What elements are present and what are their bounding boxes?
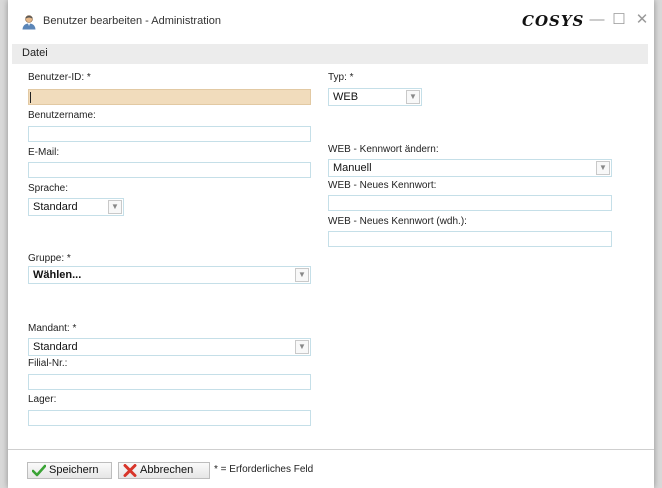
cross-icon bbox=[123, 464, 137, 477]
close-button[interactable]: ✕ bbox=[632, 10, 652, 30]
web-neues-kennwort-input[interactable] bbox=[328, 195, 612, 211]
mandant-select[interactable]: Standard ▼ bbox=[28, 338, 311, 356]
minimize-button[interactable]: — bbox=[587, 10, 607, 30]
mandant-value: Standard bbox=[33, 341, 78, 353]
footer-bar: Speichern Abbrechen * = Erforderliches F… bbox=[8, 450, 654, 488]
gruppe-select[interactable]: Wählen... ▼ bbox=[28, 266, 311, 284]
chevron-down-icon[interactable]: ▼ bbox=[406, 90, 420, 104]
sprache-label: Sprache: bbox=[28, 183, 69, 194]
check-icon bbox=[32, 464, 46, 477]
maximize-button[interactable]: ☐ bbox=[609, 10, 629, 30]
gruppe-value: Wählen... bbox=[33, 269, 82, 281]
filial-nr-input[interactable] bbox=[28, 374, 311, 390]
menu-bar: Datei bbox=[12, 44, 648, 64]
required-field-note: * = Erforderliches Feld bbox=[214, 464, 314, 475]
filial-nr-label: Filial-Nr.: bbox=[28, 358, 68, 369]
web-neues-kennwort-wdh-input[interactable] bbox=[328, 231, 612, 247]
typ-value: WEB bbox=[333, 91, 359, 103]
email-input[interactable] bbox=[28, 162, 311, 178]
text-caret bbox=[30, 92, 31, 103]
save-label: Speichern bbox=[49, 464, 99, 476]
benutzername-input[interactable] bbox=[28, 126, 311, 142]
title-bar: Benutzer bearbeiten - Administration COS… bbox=[8, 0, 654, 44]
edit-user-window: Benutzer bearbeiten - Administration COS… bbox=[8, 0, 654, 488]
web-neues-kennwort-label: WEB - Neues Kennwort: bbox=[328, 180, 437, 191]
web-neues-kennwort-wdh-label: WEB - Neues Kennwort (wdh.): bbox=[328, 216, 467, 227]
typ-label: Typ: * bbox=[328, 72, 354, 83]
cancel-button[interactable]: Abbrechen bbox=[118, 462, 210, 479]
web-kennwort-aendern-value: Manuell bbox=[333, 162, 372, 174]
gruppe-label: Gruppe: * bbox=[28, 253, 71, 264]
cancel-label: Abbrechen bbox=[140, 464, 194, 476]
save-button[interactable]: Speichern bbox=[27, 462, 112, 479]
email-label: E-Mail: bbox=[28, 147, 60, 158]
benutzer-id-label: Benutzer-ID: * bbox=[28, 72, 91, 83]
brand-logo: COSYS bbox=[522, 12, 585, 30]
menu-item-datei[interactable]: Datei bbox=[22, 47, 48, 59]
lager-input[interactable] bbox=[28, 410, 311, 426]
lager-label: Lager: bbox=[28, 394, 57, 405]
chevron-down-icon[interactable]: ▼ bbox=[295, 340, 309, 354]
chevron-down-icon[interactable]: ▼ bbox=[295, 268, 309, 282]
sprache-value: Standard bbox=[33, 201, 78, 213]
chevron-down-icon[interactable]: ▼ bbox=[108, 200, 122, 214]
web-kennwort-aendern-label: WEB - Kennwort ändern: bbox=[328, 144, 439, 155]
user-admin-icon bbox=[22, 15, 36, 30]
mandant-label: Mandant: * bbox=[28, 323, 77, 334]
benutzername-label: Benutzername: bbox=[28, 110, 96, 121]
typ-select[interactable]: WEB ▼ bbox=[328, 88, 422, 106]
web-kennwort-aendern-select[interactable]: Manuell ▼ bbox=[328, 159, 612, 177]
chevron-down-icon[interactable]: ▼ bbox=[596, 161, 610, 175]
sprache-select[interactable]: Standard ▼ bbox=[28, 198, 124, 216]
window-title: Benutzer bearbeiten - Administration bbox=[43, 15, 221, 27]
benutzer-id-input[interactable] bbox=[28, 89, 311, 105]
